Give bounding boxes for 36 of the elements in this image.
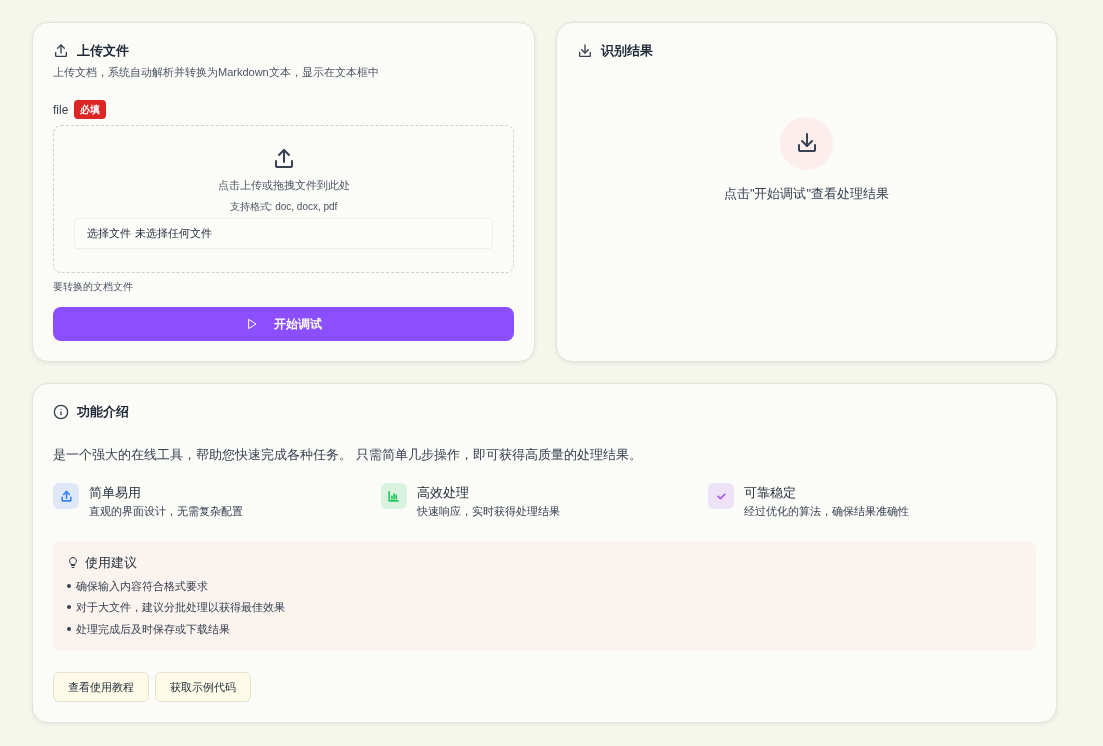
lightbulb-icon <box>67 556 79 570</box>
feature-title: 可靠稳定 <box>744 484 798 502</box>
action-button[interactable]: 获取示例代码 <box>155 672 251 702</box>
feature-title: 高效处理 <box>416 484 470 502</box>
tips-title: 使用建议 <box>85 554 137 572</box>
card-description: 上传文档，系统自动解析并转换为Markdown文本，显示在文本框中 <box>53 64 380 80</box>
card-title: 识别结果 <box>601 42 653 60</box>
upload-icon <box>53 42 69 59</box>
feature-text: 直观的界面设计，无需复杂配置 <box>89 503 243 519</box>
file-input[interactable]: 选择文件 未选择任何文件 <box>74 217 493 249</box>
help-text: 要转换的文档文件 <box>53 280 134 294</box>
bullet-icon <box>67 626 71 631</box>
tip-item: 处理完成后及时保存或下载结果 <box>76 621 230 637</box>
file-status: 未选择任何文件 <box>135 225 212 241</box>
feature-title: 简单易用 <box>89 484 142 502</box>
feature-text: 经过优化的算法，确保结果准确性 <box>744 503 910 519</box>
intro-text: 是一个强大的在线工具，帮助您快速完成各种任务。 只需简单几步操作，即可获得高质量的处理结果。 <box>53 445 643 464</box>
choose-file-button[interactable]: 选择文件 <box>87 224 131 242</box>
bullet-icon <box>67 605 71 610</box>
card-title: 上传文件 <box>77 42 129 60</box>
dropzone-text: 点击上传或拖拽文件到此处 <box>217 178 350 193</box>
action-button[interactable]: 查看使用教程 <box>53 672 149 702</box>
card-title: 功能介绍 <box>77 403 129 421</box>
feature-text: 快速响应，实时获得处理结果 <box>416 503 560 519</box>
start-button[interactable]: 开始调试 <box>53 307 514 341</box>
tip-item: 确保输入内容符合格式要求 <box>76 578 208 594</box>
required-badge: 必填 <box>74 100 107 119</box>
download-icon <box>577 42 593 59</box>
play-icon <box>245 318 258 330</box>
format-hint: 支持格式: doc, docx, pdf <box>229 199 338 214</box>
bullet-icon <box>67 583 71 588</box>
tip-item: 对于大文件，建议分批处理以获得最佳效果 <box>76 600 285 615</box>
field-label: file <box>53 101 69 119</box>
empty-result-text: 点击"开始调试"查看处理结果 <box>723 184 890 203</box>
info-icon <box>53 403 69 420</box>
file-dropzone[interactable]: 点击上传或拖拽文件到此处 支持格式: doc, docx, pdf 选择文件 未选择任何文件 <box>53 125 514 273</box>
